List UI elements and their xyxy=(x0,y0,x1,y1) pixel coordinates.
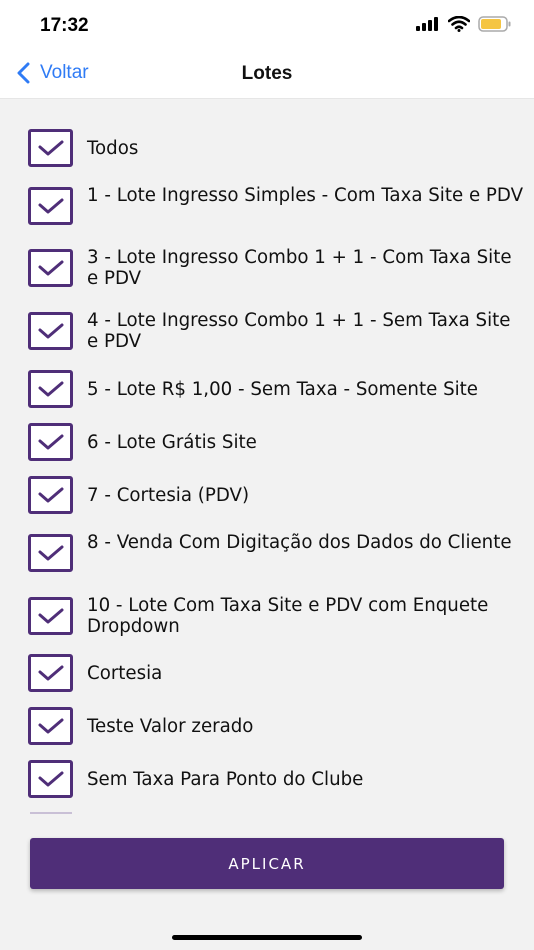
checkmark-icon xyxy=(38,434,63,450)
checkbox[interactable] xyxy=(28,707,73,745)
checkmark-icon xyxy=(38,140,63,156)
checkmark-icon xyxy=(38,260,63,276)
list-item[interactable]: 8 - Venda Com Digitação dos Dados do Cli… xyxy=(0,532,534,578)
item-label: Sem Taxa Para Ponto do Clube xyxy=(87,769,364,790)
item-label: 8 - Venda Com Digitação dos Dados do Cli… xyxy=(87,532,512,553)
item-label: 1 - Lote Ingresso Simples - Com Taxa Sit… xyxy=(87,185,524,206)
wifi-icon xyxy=(448,16,470,32)
checkbox[interactable] xyxy=(28,129,73,167)
navigation-bar: Voltar Lotes xyxy=(0,52,534,99)
item-label: Cortesia xyxy=(87,663,163,684)
list-item[interactable]: 5 - Lote R$ 1,00 - Sem Taxa - Somente Si… xyxy=(0,370,534,410)
status-bar: 17:32 xyxy=(0,0,534,52)
item-label: 6 - Lote Grátis Site xyxy=(87,432,257,453)
home-indicator xyxy=(172,935,362,940)
checkmark-icon xyxy=(38,487,63,503)
checkbox[interactable] xyxy=(28,597,73,635)
item-label: Todos xyxy=(87,138,139,159)
checkbox[interactable] xyxy=(28,654,73,692)
checkbox[interactable] xyxy=(28,476,73,514)
apply-button[interactable]: APLICAR xyxy=(30,838,504,889)
list-item[interactable]: 1 - Lote Ingresso Simples - Com Taxa Sit… xyxy=(0,185,534,231)
list-item[interactable]: 6 - Lote Grátis Site xyxy=(0,423,534,463)
checkbox[interactable] xyxy=(28,760,73,798)
list-item[interactable]: 10 - Lote Com Taxa Site e PDV com Enquet… xyxy=(0,595,534,641)
list-item[interactable]: 4 - Lote Ingresso Combo 1 + 1 - Sem Taxa… xyxy=(0,310,534,356)
checkbox[interactable] xyxy=(28,534,73,572)
status-time: 17:32 xyxy=(40,15,89,36)
item-label: 5 - Lote R$ 1,00 - Sem Taxa - Somente Si… xyxy=(87,379,478,400)
checkbox[interactable] xyxy=(28,423,73,461)
item-label: 7 - Cortesia (PDV) xyxy=(87,485,250,506)
checkmark-icon xyxy=(38,771,63,787)
checkmark-icon xyxy=(38,381,63,397)
item-label: 10 - Lote Com Taxa Site e PDV com Enquet… xyxy=(87,595,489,637)
checkbox[interactable] xyxy=(28,312,73,350)
status-icons xyxy=(416,16,512,32)
lotes-list: Todos 1 - Lote Ingresso Simples - Com Ta… xyxy=(0,98,534,814)
battery-icon xyxy=(478,16,511,32)
checkmark-icon xyxy=(38,198,63,214)
checkmark-icon xyxy=(38,718,63,734)
checkmark-icon xyxy=(38,665,63,681)
list-item[interactable]: Cortesia xyxy=(0,654,534,694)
checkmark-icon xyxy=(38,323,63,339)
checkmark-icon xyxy=(38,545,63,561)
list-item[interactable]: 3 - Lote Ingresso Combo 1 + 1 - Com Taxa… xyxy=(0,247,534,293)
checkmark-icon xyxy=(38,608,63,624)
checkbox[interactable] xyxy=(28,370,73,408)
checkbox[interactable] xyxy=(28,249,73,287)
item-label: 3 - Lote Ingresso Combo 1 + 1 - Com Taxa… xyxy=(87,247,512,289)
page-title: Lotes xyxy=(241,63,293,84)
list-scroll-edge xyxy=(30,812,72,814)
checkbox[interactable] xyxy=(28,187,73,225)
list-item-todos[interactable]: Todos xyxy=(0,129,534,169)
list-item[interactable]: Sem Taxa Para Ponto do Clube xyxy=(0,760,534,800)
item-label: 4 - Lote Ingresso Combo 1 + 1 - Sem Taxa… xyxy=(87,310,511,352)
signal-icon xyxy=(416,17,438,31)
list-item[interactable]: 7 - Cortesia (PDV) xyxy=(0,476,534,516)
list-item[interactable]: Teste Valor zerado xyxy=(0,707,534,747)
item-label: Teste Valor zerado xyxy=(87,716,254,737)
